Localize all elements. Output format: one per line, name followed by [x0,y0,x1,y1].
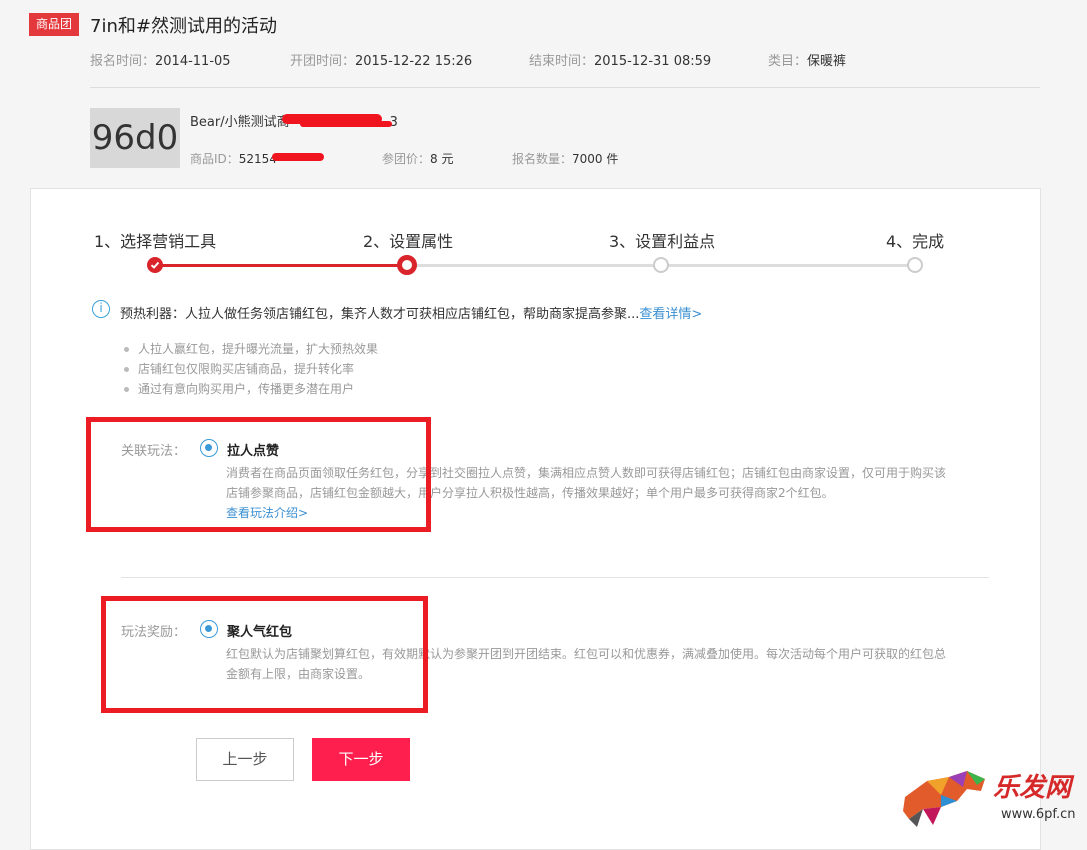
view-details-link[interactable]: 查看详情> [639,307,702,322]
product-thumbnail: 96d0 [90,108,180,168]
product-id: 商品ID：52154 [190,152,277,166]
list-item: 店铺红包仅限购买店铺商品，提升转化率 [124,359,378,379]
watermark-url: www.6pf.cn [1001,807,1076,822]
activity-type-badge: 商品团 [29,13,79,36]
signup-time: 报名时间：2014-11-05 [90,54,231,69]
watermark-text: 乐发网 [993,773,1072,803]
step-1-check-icon [147,257,163,273]
signup-quantity: 报名数量：7000 件 [512,152,619,166]
annotation-box [86,417,431,532]
step-4-label: 4、完成 [886,232,945,251]
section-divider [121,577,989,578]
annotation-box [101,596,428,713]
list-item: 人拉人赢红包，提升曝光流量，扩大预热效果 [124,339,378,359]
step-3-pending-icon [653,257,669,273]
group-price: 参团价：8 元 [382,152,454,166]
category: 类目：保暖裤 [768,54,847,69]
end-time: 结束时间：2015-12-31 08:59 [529,54,712,69]
horse-logo-icon [903,771,985,827]
redaction-mark [272,153,324,161]
header-divider [90,87,1040,88]
step-3-label: 3、设置利益点 [609,232,716,251]
start-time: 开团时间：2015-12-22 15:26 [290,54,473,69]
benefit-list: 人拉人赢红包，提升曝光流量，扩大预热效果 店铺红包仅限购买店铺商品，提升转化率 … [124,339,378,399]
step-4-pending-icon [907,257,923,273]
prev-step-button[interactable]: 上一步 [196,738,294,781]
step-1-label: 1、选择营销工具 [94,232,217,251]
activity-header: 商品团 7in和#然测试用的活动 报名时间：2014-11-05 开团时间：20… [0,0,1087,188]
activity-title: 7in和#然测试用的活动 [90,16,277,37]
redaction-mark [300,121,392,127]
watermark: 乐发网 www.6pf.cn [897,767,1077,829]
tool-intro: 预热利器：人拉人做任务领店铺红包，集齐人数才可获相应店铺红包，帮助商家提高参聚.… [120,307,703,322]
step-2-label: 2、设置属性 [363,232,454,251]
list-item: 通过有意向购买用户，传播更多潜在用户 [124,379,378,399]
progress-track-done [155,264,407,267]
next-step-button[interactable]: 下一步 [312,738,410,781]
step-2-current-icon [397,255,417,275]
info-icon: i [92,300,110,318]
